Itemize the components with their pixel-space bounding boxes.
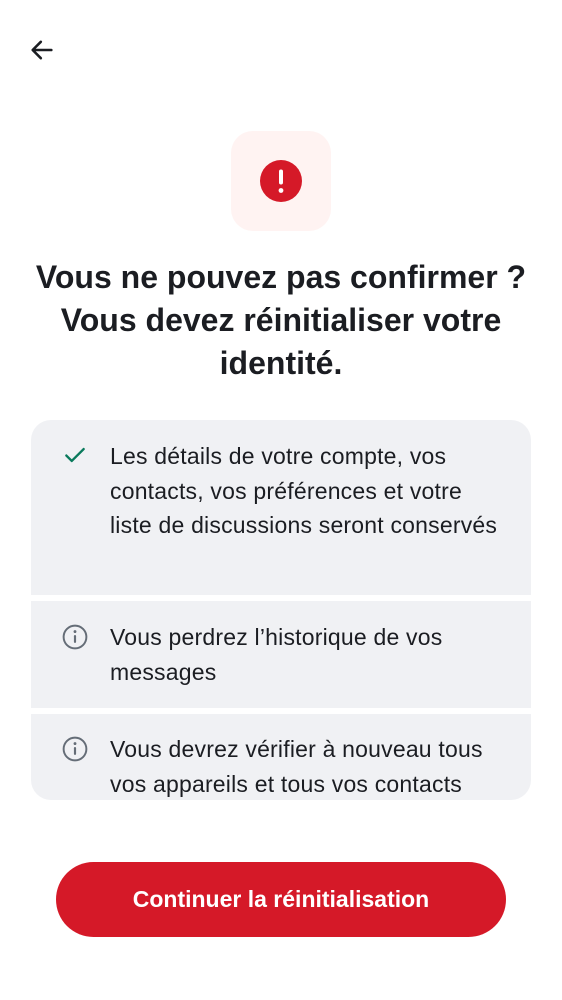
info-icon bbox=[61, 735, 89, 763]
arrow-left-icon bbox=[31, 40, 53, 60]
back-button[interactable] bbox=[18, 26, 66, 74]
list-item-keep-account: Les détails de votre compte, vos contact… bbox=[31, 420, 531, 595]
page-title: Vous ne pouvez pas confirmer ? Vous deve… bbox=[20, 256, 542, 385]
list-item-text: Les détails de votre compte, vos contact… bbox=[110, 443, 498, 538]
list-item-lose-history: Vous perdrez l’historique de vos message… bbox=[31, 601, 531, 708]
list-item-text: Vous perdrez l’historique de vos message… bbox=[110, 624, 443, 685]
title-line-3: identité. bbox=[219, 345, 343, 381]
info-icon bbox=[61, 623, 89, 651]
check-icon bbox=[61, 441, 89, 469]
title-line-1: Vous ne pouvez pas confirmer ? bbox=[35, 259, 527, 295]
continue-reset-button[interactable]: Continuer la réinitialisation bbox=[56, 862, 506, 937]
consequences-list: Les détails de votre compte, vos contact… bbox=[31, 420, 531, 800]
title-line-2: Vous devez réinitialiser votre bbox=[60, 302, 502, 338]
list-item-text: Vous devrez vérifier à nouveau tous vos … bbox=[110, 736, 483, 797]
alert-icon-container bbox=[231, 131, 331, 231]
list-item-reverify-devices: Vous devrez vérifier à nouveau tous vos … bbox=[31, 714, 531, 800]
exclamation-circle-icon bbox=[260, 160, 302, 202]
